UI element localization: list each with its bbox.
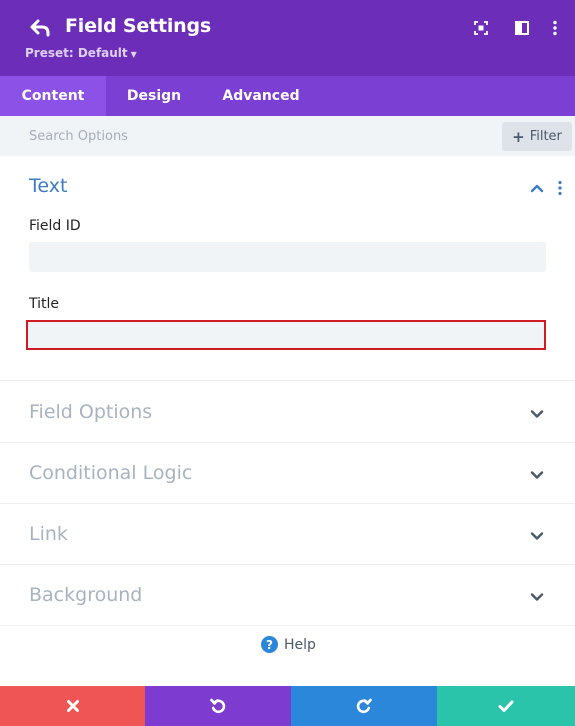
- filter-button[interactable]: + Filter: [502, 122, 572, 151]
- chevron-down-icon: [530, 410, 544, 418]
- save-check-icon: [498, 700, 514, 712]
- field-id-input[interactable]: [29, 242, 546, 272]
- title-label: Title: [29, 296, 60, 312]
- chevron-up-icon: [530, 184, 544, 193]
- background-section[interactable]: Background: [0, 565, 575, 626]
- section-menu-button[interactable]: [555, 179, 565, 197]
- close-icon: [66, 700, 79, 712]
- back-arrow-icon: [30, 19, 50, 37]
- expand-button[interactable]: [471, 18, 491, 38]
- field-id-label: Field ID: [29, 218, 81, 234]
- caret-down-icon: ▼: [130, 50, 137, 59]
- search-bar: + Filter: [0, 116, 575, 156]
- more-vertical-icon: [558, 180, 562, 196]
- tab-advanced[interactable]: Advanced: [202, 76, 320, 116]
- modal-title: Field Settings: [65, 15, 211, 37]
- undo-icon: [210, 698, 226, 713]
- tab-content[interactable]: Content: [0, 76, 106, 116]
- sidebar-layout-button[interactable]: [512, 18, 532, 38]
- more-options-button[interactable]: [545, 18, 565, 38]
- preset-dropdown[interactable]: Preset: Default ▼: [25, 46, 137, 60]
- footer-actions: [0, 686, 575, 726]
- redo-icon: [356, 698, 372, 713]
- expand-icon: [474, 21, 488, 35]
- search-input[interactable]: [0, 116, 495, 156]
- text-section: Text Field ID Title: [0, 156, 575, 381]
- chevron-down-icon: [530, 593, 544, 601]
- back-button[interactable]: [26, 16, 54, 40]
- section-label: Conditional Logic: [29, 462, 193, 484]
- collapse-button[interactable]: [529, 180, 545, 196]
- section-label: Background: [29, 584, 143, 606]
- redo-button[interactable]: [291, 686, 437, 726]
- chevron-down-icon: [530, 471, 544, 479]
- field-options-section[interactable]: Field Options: [0, 382, 575, 443]
- conditional-logic-section[interactable]: Conditional Logic: [0, 443, 575, 504]
- discard-button[interactable]: [0, 686, 145, 726]
- help-link[interactable]: ? Help: [261, 636, 316, 653]
- preset-label: Preset: Default: [25, 46, 128, 60]
- help-icon: ?: [261, 636, 278, 653]
- sidebar-layout-icon: [515, 21, 529, 35]
- modal-header: Field Settings Preset: Default ▼: [0, 0, 575, 76]
- help-label: Help: [284, 636, 316, 653]
- section-label: Link: [29, 523, 68, 545]
- plus-icon: +: [512, 127, 525, 146]
- save-button[interactable]: [437, 686, 575, 726]
- text-section-title[interactable]: Text: [29, 175, 67, 197]
- tab-design[interactable]: Design: [106, 76, 202, 116]
- filter-label: Filter: [529, 129, 562, 144]
- chevron-down-icon: [530, 532, 544, 540]
- tab-bar: Content Design Advanced: [0, 76, 575, 116]
- title-input[interactable]: [26, 320, 546, 350]
- section-label: Field Options: [29, 401, 153, 423]
- undo-button[interactable]: [145, 686, 291, 726]
- more-vertical-icon: [553, 20, 557, 36]
- link-section[interactable]: Link: [0, 504, 575, 565]
